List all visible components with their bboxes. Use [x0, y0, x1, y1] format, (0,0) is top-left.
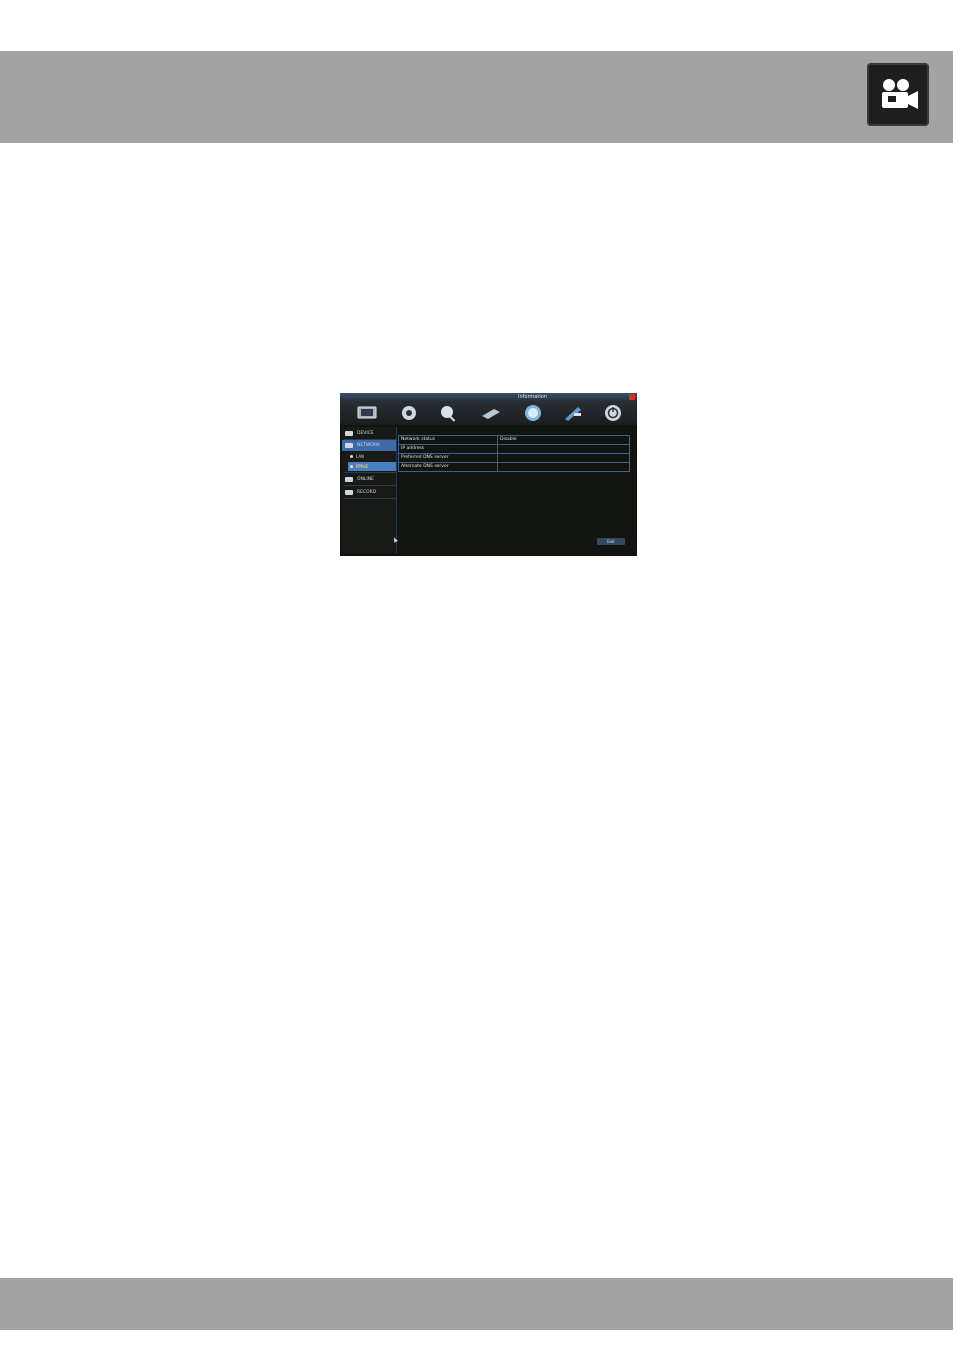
row-label: Preferred DNS server — [398, 453, 498, 463]
online-icon — [345, 477, 353, 482]
table-row: IP address — [398, 444, 630, 454]
video-camera-icon — [867, 63, 929, 126]
search-icon[interactable] — [438, 404, 460, 422]
row-label: IP address — [398, 444, 498, 454]
main-toolbar — [340, 401, 637, 425]
power-icon[interactable] — [602, 404, 624, 422]
network-info-table: Network status Disable IP address Prefer… — [398, 435, 630, 472]
table-row: Preferred DNS server — [398, 453, 630, 463]
sidebar-item-record[interactable]: RECORD — [342, 487, 396, 498]
table-row: Network status Disable — [398, 435, 630, 445]
row-value — [497, 462, 630, 472]
record-icon — [345, 490, 353, 495]
exit-button[interactable]: Exit — [597, 538, 625, 545]
bullet-icon — [350, 465, 353, 468]
hdd-icon[interactable] — [480, 404, 502, 422]
sidebar: DEVICE NETWORK LAN PPPoE ONLINE RECORD — [342, 427, 397, 553]
sidebar-item-device[interactable]: DEVICE — [342, 428, 396, 439]
bullet-icon — [350, 455, 353, 458]
mouse-cursor-icon — [392, 536, 398, 543]
gear-icon[interactable] — [398, 404, 420, 422]
sidebar-subitem-pppoe[interactable]: PPPoE — [348, 462, 396, 471]
row-value — [497, 444, 630, 454]
close-icon[interactable] — [629, 394, 635, 400]
row-value: Disable — [497, 435, 630, 445]
table-row: Alternate DNS server — [398, 462, 630, 472]
monitor-icon[interactable] — [356, 404, 378, 422]
tools-icon[interactable] — [562, 404, 584, 422]
row-label: Network status — [398, 435, 498, 445]
globe-icon[interactable] — [522, 404, 544, 422]
sidebar-item-online[interactable]: ONLINE — [342, 474, 396, 485]
window-title: Information — [518, 394, 547, 400]
bottom-bar — [0, 1278, 953, 1330]
row-label: Alternate DNS server — [398, 462, 498, 472]
sidebar-subitem-lan[interactable]: LAN — [348, 452, 396, 461]
dvr-screen-photo: Information DEVICE NETWORK LAN PPPoE ONL… — [340, 393, 637, 556]
window-title-bar: Information — [340, 393, 637, 401]
sidebar-item-network[interactable]: NETWORK — [342, 440, 396, 451]
network-icon — [345, 443, 353, 448]
row-value — [497, 453, 630, 463]
info-icon — [345, 431, 353, 436]
top-bar — [0, 51, 953, 143]
